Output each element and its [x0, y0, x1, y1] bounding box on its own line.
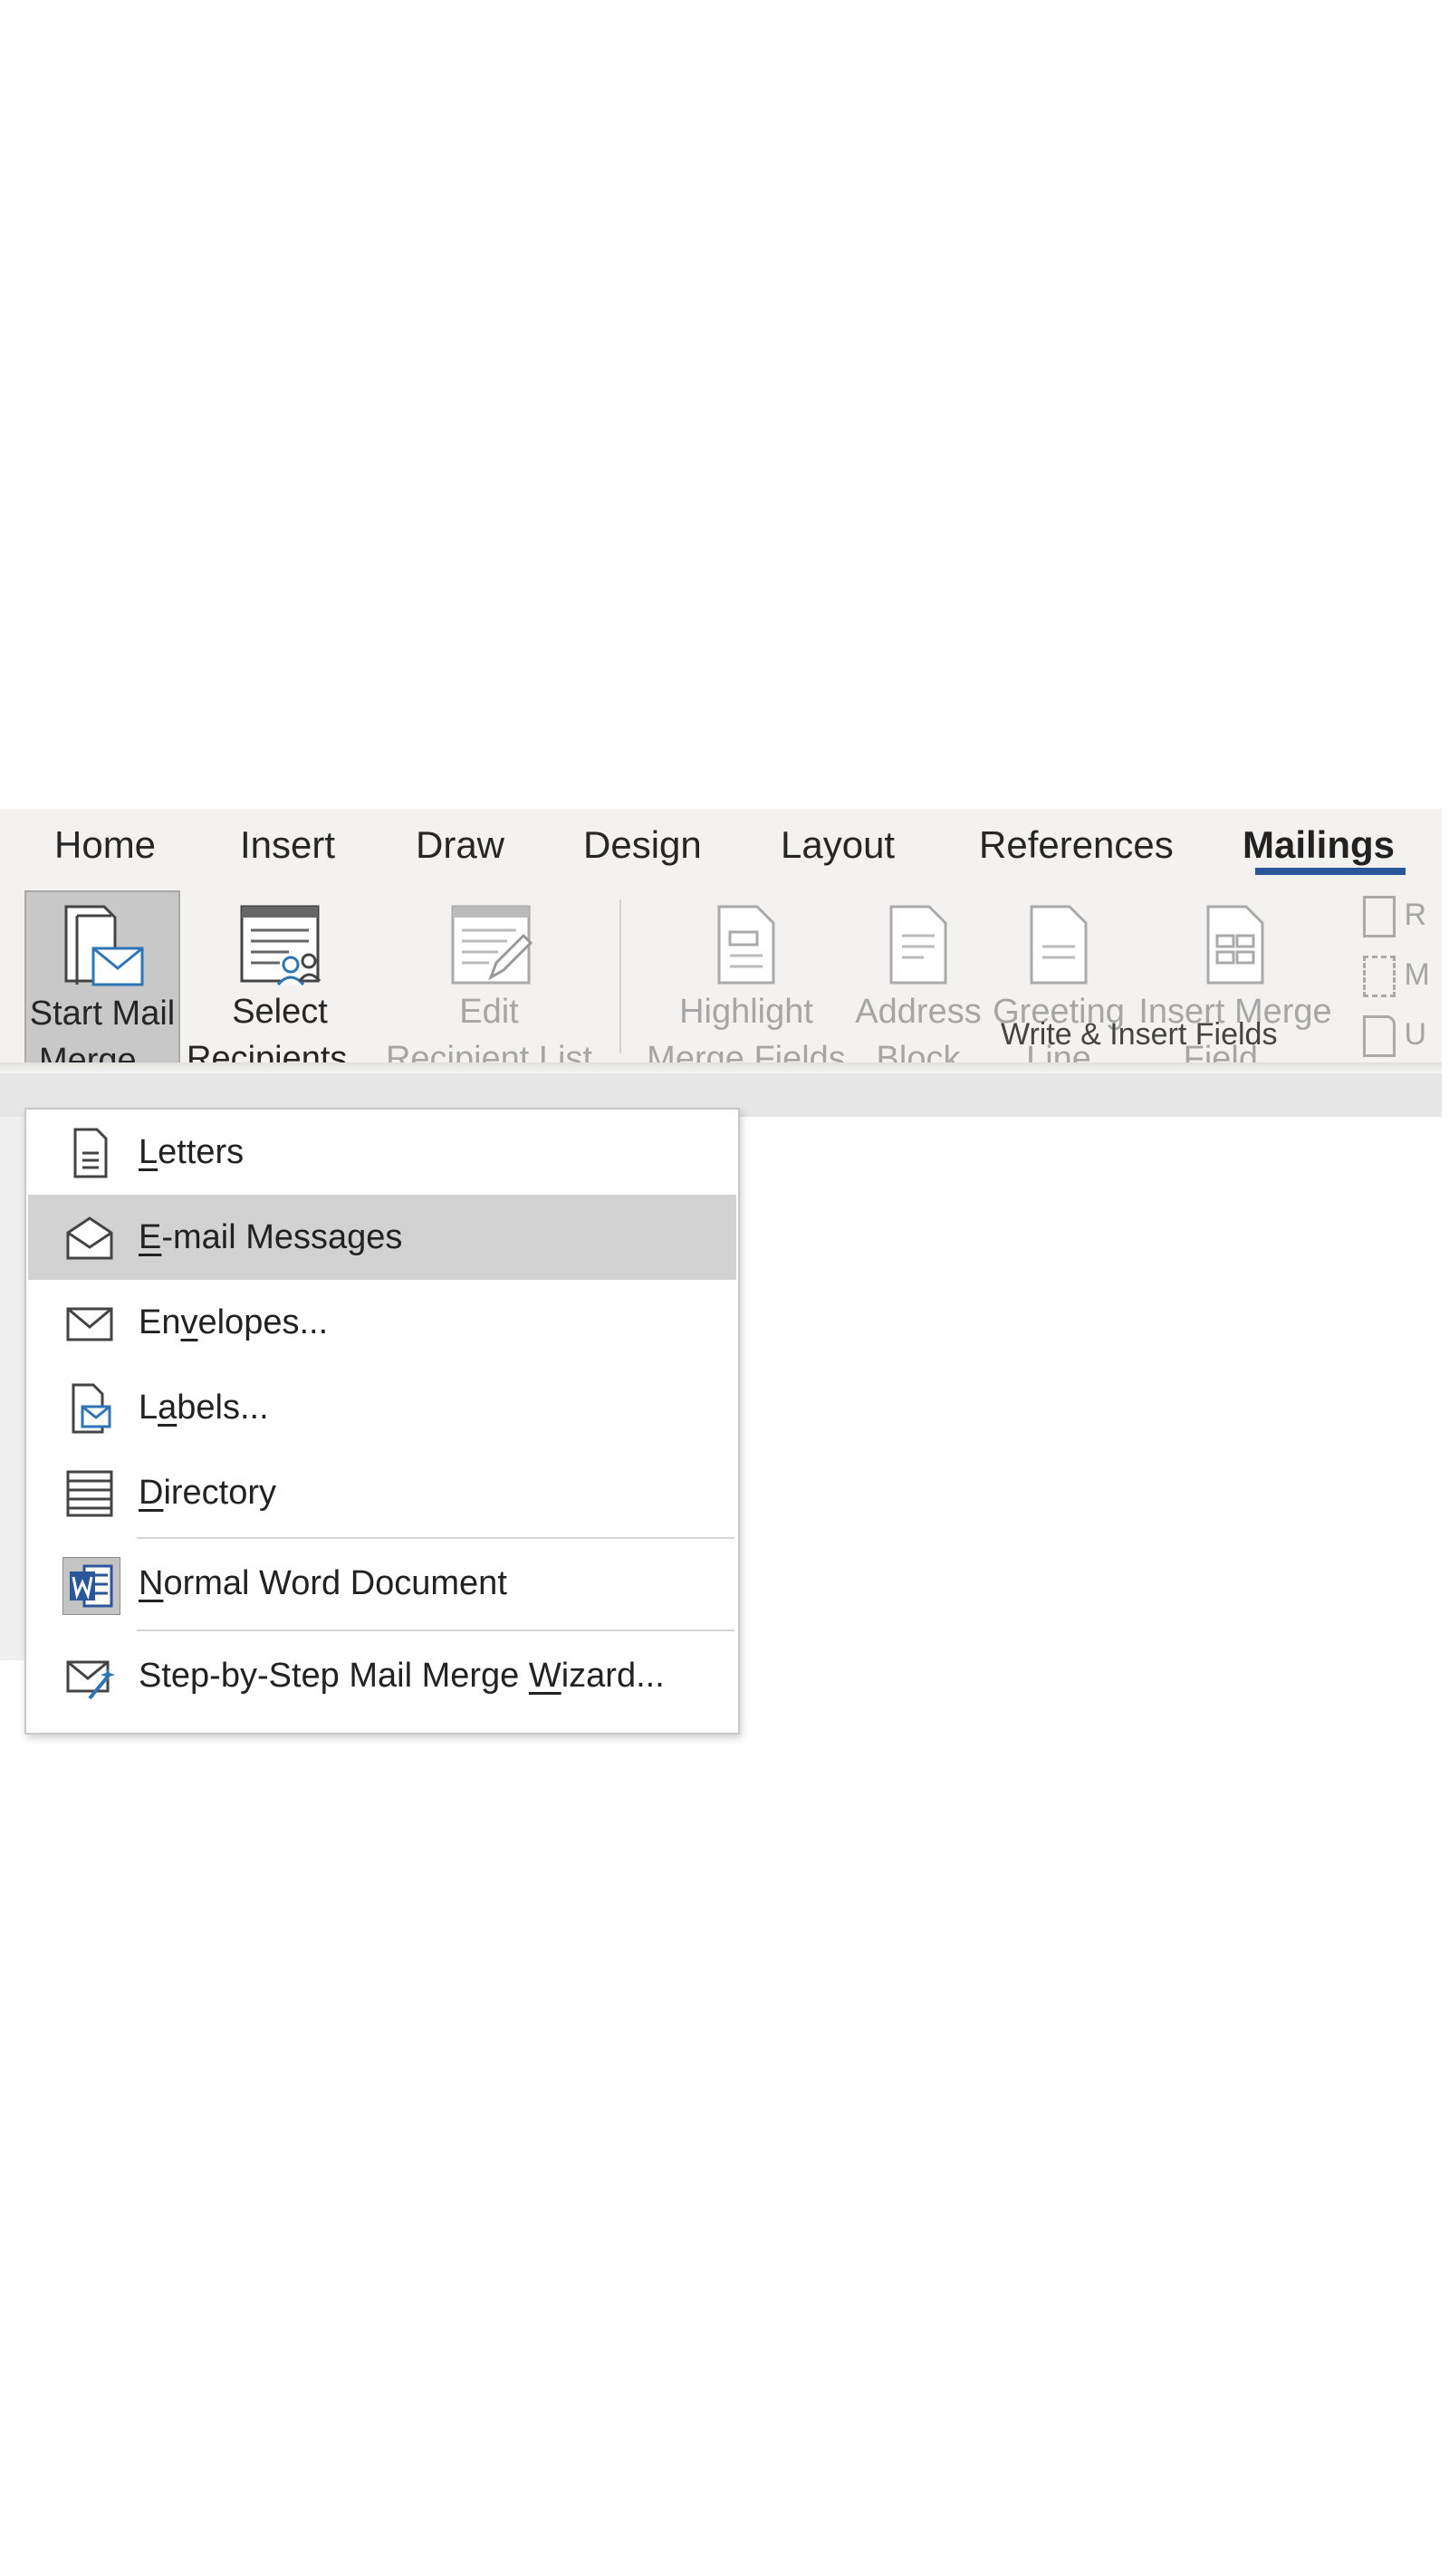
letters-icon: [62, 1126, 117, 1180]
envelope-icon: [62, 1296, 117, 1350]
group-separator: [619, 899, 621, 1053]
menu-item-label: Step-by-Step Mail Merge Wizard...: [139, 1657, 665, 1695]
menu-item-label: E-mail Messages: [139, 1218, 403, 1256]
recipients-icon: [235, 899, 325, 1001]
menu-item-envelopes[interactable]: Envelopes...: [28, 1280, 736, 1365]
mail-merge-icon: [59, 901, 146, 1003]
menu-item-label: Normal Word Document: [139, 1564, 507, 1602]
greeting-line-icon: [1022, 899, 1095, 1001]
menu-item-label: Envelopes...: [139, 1303, 329, 1341]
insert-merge-field-icon: [1199, 899, 1271, 1001]
ribbon-tabs: Home Insert Draw Design Layout Reference…: [0, 809, 1442, 890]
ribbon: Start Mail Merge ⌄: [0, 890, 1442, 1106]
update-labels-button[interactable]: U: [1363, 1015, 1426, 1057]
menu-item-label: Letters: [139, 1133, 245, 1171]
highlight-fields-icon: [710, 899, 782, 1001]
edit-list-icon: [444, 899, 534, 1001]
rules-icon: [1363, 896, 1396, 937]
menu-item-directory[interactable]: Directory: [28, 1450, 736, 1535]
labels-icon: [62, 1381, 117, 1436]
tab-mailings[interactable]: Mailings: [1243, 809, 1395, 890]
write-insert-fields-group-label: Write & Insert Fields: [1001, 1017, 1278, 1052]
tab-home[interactable]: Home: [54, 809, 156, 890]
address-block-icon: [882, 899, 955, 1001]
menu-item-email-messages[interactable]: E-mail Messages: [28, 1195, 736, 1280]
menu-item-mail-merge-wizard[interactable]: Step-by-Step Mail Merge Wizard...: [28, 1633, 736, 1718]
menu-item-label: Labels...: [139, 1389, 269, 1427]
ribbon-shadow: [0, 1062, 1442, 1073]
match-fields-button[interactable]: M: [1363, 956, 1430, 997]
update-labels-icon: [1363, 1015, 1396, 1057]
menu-item-letters[interactable]: Letters: [28, 1110, 736, 1195]
tab-references[interactable]: References: [979, 809, 1174, 890]
directory-icon: [62, 1466, 117, 1521]
word-window: Home Insert Draw Design Layout Reference…: [0, 809, 1442, 1757]
menu-separator: [137, 1629, 734, 1631]
menu-separator: [137, 1537, 734, 1539]
match-fields-icon: [1363, 956, 1396, 997]
tab-draw[interactable]: Draw: [416, 809, 504, 890]
menu-item-label: Directory: [139, 1474, 277, 1512]
start-mail-merge-menu: Letters E-mail Messages Envelopes... Lab…: [24, 1108, 740, 1735]
tab-insert[interactable]: Insert: [240, 809, 335, 890]
rules-button[interactable]: R: [1363, 896, 1426, 937]
email-icon: [62, 1211, 117, 1265]
tab-design[interactable]: Design: [583, 809, 702, 890]
menu-item-normal-word-document[interactable]: Normal Word Document: [28, 1541, 736, 1626]
word-icon: [62, 1556, 121, 1616]
tab-layout[interactable]: Layout: [781, 809, 895, 890]
active-tab-indicator: [1255, 868, 1406, 875]
menu-item-labels[interactable]: Labels...: [28, 1365, 736, 1450]
wizard-icon: [62, 1649, 117, 1704]
